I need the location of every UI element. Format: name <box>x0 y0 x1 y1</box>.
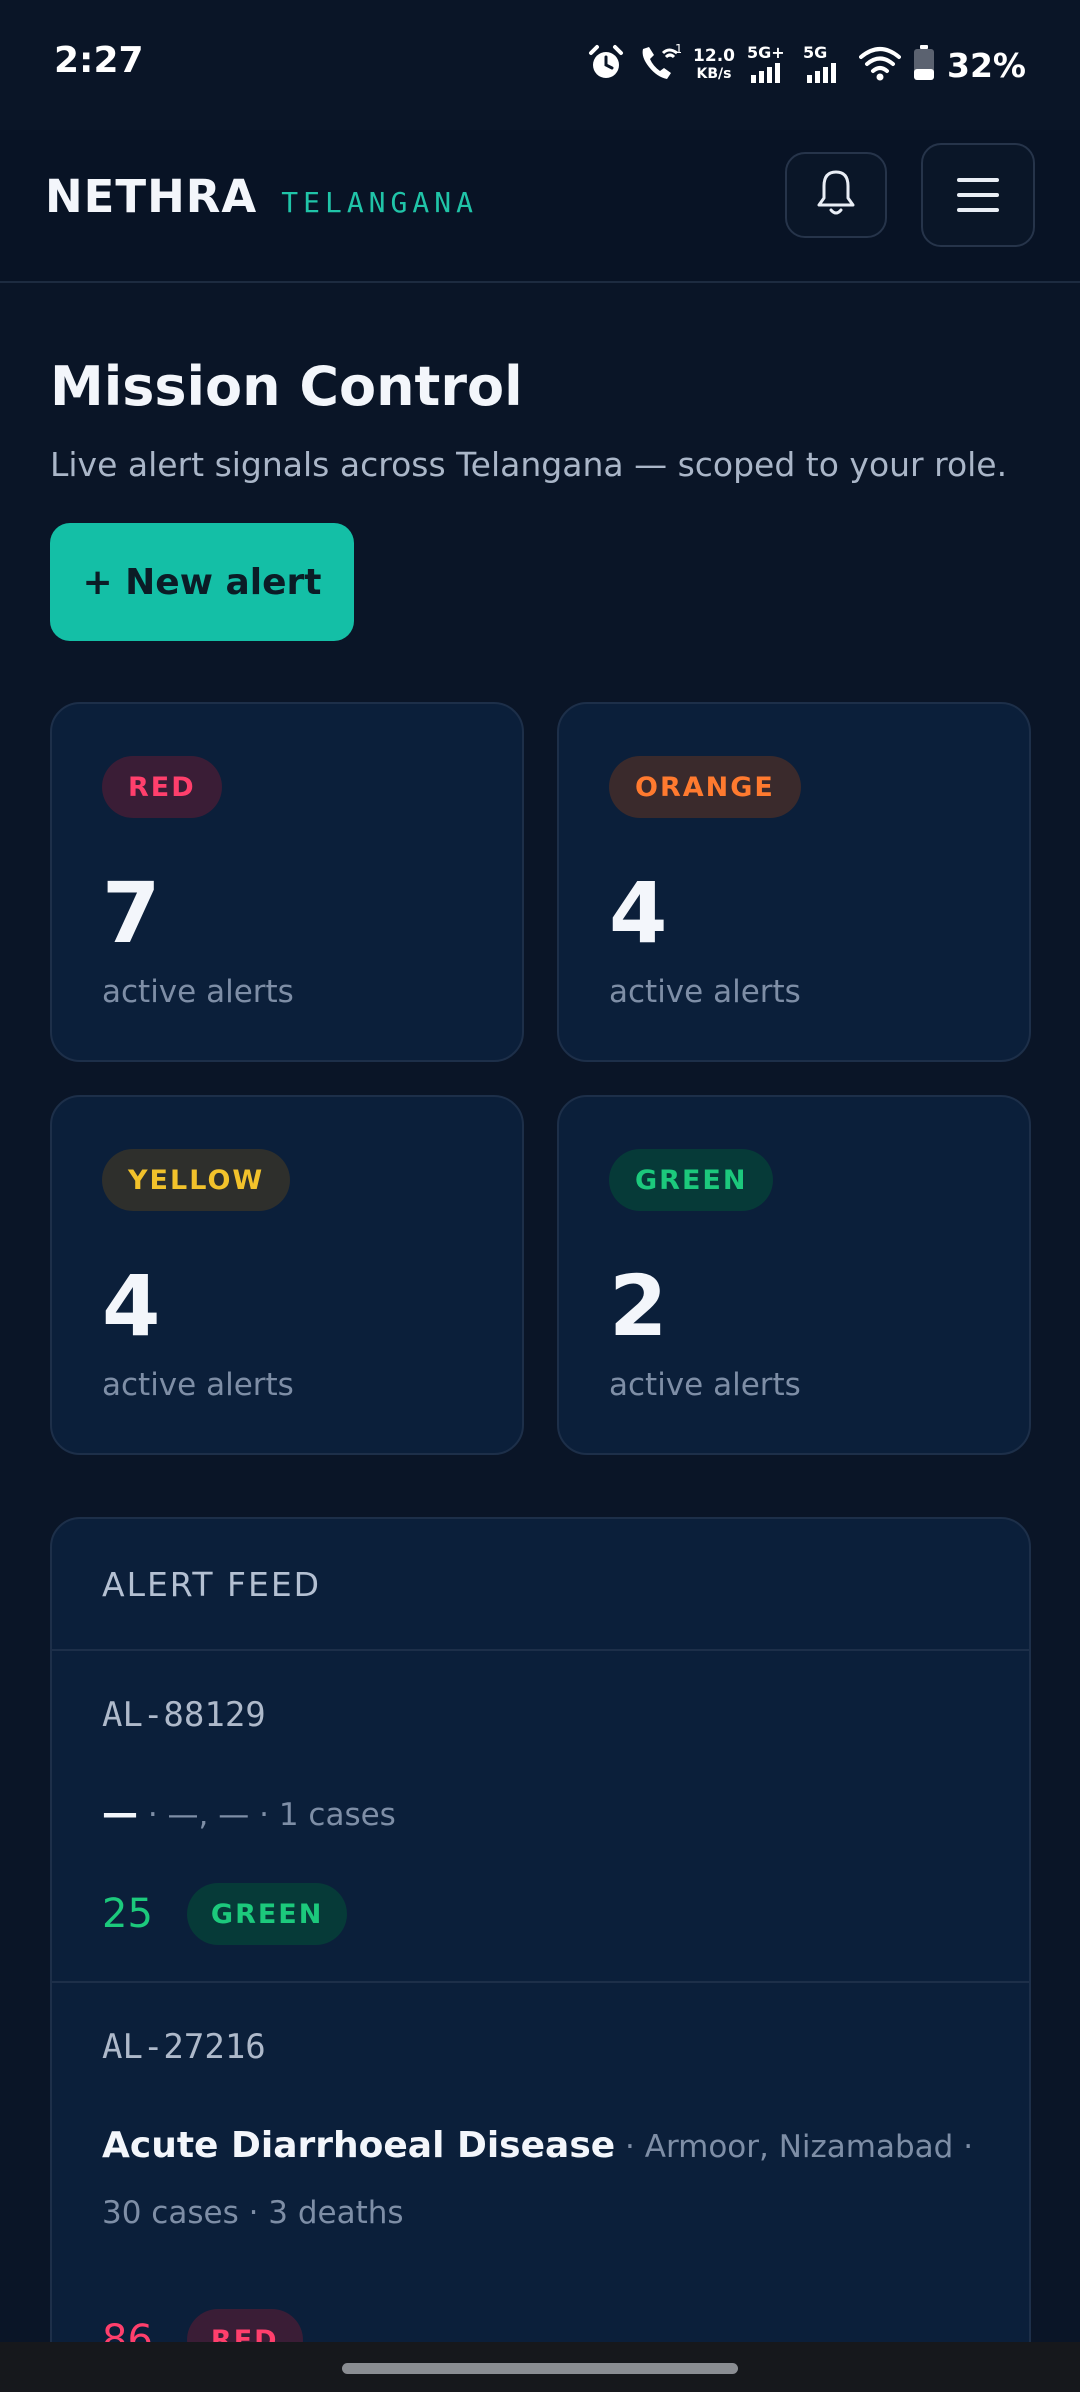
alert-count-label: active alerts <box>609 974 801 1010</box>
alert-id: AL-27216 <box>102 2027 266 2067</box>
status-badge: GREEN <box>186 1883 348 1945</box>
stat-card-yellow[interactable]: YELLOW 4 active alerts <box>50 1095 524 1455</box>
battery-icon <box>913 45 935 85</box>
screen: 2:27 1 12.0 KB/s 5G+ 5G 32% NETHRA TELAN… <box>0 0 1080 2392</box>
alert-count: 7 <box>102 864 161 962</box>
status-icons: 1 12.0 KB/s 5G+ 5G 32% <box>587 40 1026 90</box>
brand[interactable]: NETHRA TELANGANA <box>45 170 478 223</box>
signal-icon: 5G <box>803 43 847 85</box>
wifi-call-icon: 1 <box>637 42 683 87</box>
alert-description: — · —, — · 1 cases <box>102 1781 982 1848</box>
sim1-label: 5G+ <box>747 43 785 62</box>
alert-count: 4 <box>102 1257 161 1355</box>
new-alert-button[interactable]: + New alert <box>50 523 354 641</box>
stat-card-red[interactable]: RED 7 active alerts <box>50 702 524 1062</box>
network-speed-value: 12.0 <box>693 46 735 66</box>
alert-count-label: active alerts <box>609 1367 801 1403</box>
alert-disease: Acute Diarrhoeal Disease <box>102 2125 616 2166</box>
brand-name: NETHRA <box>45 170 258 223</box>
page-title: Mission Control <box>50 355 523 418</box>
sim2-label: 5G <box>803 43 828 62</box>
stat-card-green[interactable]: GREEN 2 active alerts <box>557 1095 1031 1455</box>
level-badge: RED <box>102 756 222 818</box>
stat-card-orange[interactable]: ORANGE 4 active alerts <box>557 702 1031 1062</box>
status-bar: 2:27 1 12.0 KB/s 5G+ 5G 32% <box>0 0 1080 130</box>
battery-percent: 32% <box>947 45 1026 85</box>
notifications-button[interactable] <box>785 152 887 238</box>
bell-icon <box>814 168 858 222</box>
status-time: 2:27 <box>54 40 144 81</box>
app-header: NETHRA TELANGANA <box>0 130 1080 283</box>
level-badge: YELLOW <box>102 1149 291 1211</box>
alert-feed: ALERT FEED AL-88129 — · —, — · 1 cases 2… <box>50 1517 1031 2392</box>
menu-button[interactable] <box>921 143 1035 247</box>
network-speed: 12.0 KB/s <box>693 47 735 83</box>
alert-id: AL-88129 <box>102 1695 266 1735</box>
level-badge: ORANGE <box>609 756 801 818</box>
alarm-icon <box>587 44 625 86</box>
alert-feed-item[interactable]: AL-88129 — · —, — · 1 cases 25 GREEN <box>52 1651 1029 1983</box>
svg-text:1: 1 <box>675 43 681 56</box>
alert-score: 25 <box>102 1891 153 1937</box>
level-badge: GREEN <box>609 1149 774 1211</box>
alert-feed-item[interactable]: AL-27216 Acute Diarrhoeal Disease · Armo… <box>52 1983 1029 2392</box>
page-subtitle: Live alert signals across Telangana — sc… <box>50 445 1008 484</box>
alert-disease: — <box>102 1793 138 1834</box>
network-speed-unit: KB/s <box>696 66 732 82</box>
menu-icon <box>957 178 999 212</box>
alert-count-label: active alerts <box>102 974 294 1010</box>
alert-description: Acute Diarrhoeal Disease · Armoor, Nizam… <box>102 2113 982 2246</box>
wifi-icon <box>859 45 901 85</box>
alert-count: 2 <box>609 1257 668 1355</box>
signal-icon: 5G+ <box>747 43 791 85</box>
alert-score-row: 25 GREEN <box>102 1883 348 1945</box>
home-handle[interactable] <box>342 2363 738 2374</box>
alert-count: 4 <box>609 864 668 962</box>
alert-feed-title: ALERT FEED <box>52 1519 1029 1651</box>
alert-count-label: active alerts <box>102 1367 294 1403</box>
alert-details: · —, — · 1 cases <box>138 1797 396 1833</box>
brand-region: TELANGANA <box>281 186 478 219</box>
gesture-bar <box>0 2342 1080 2392</box>
